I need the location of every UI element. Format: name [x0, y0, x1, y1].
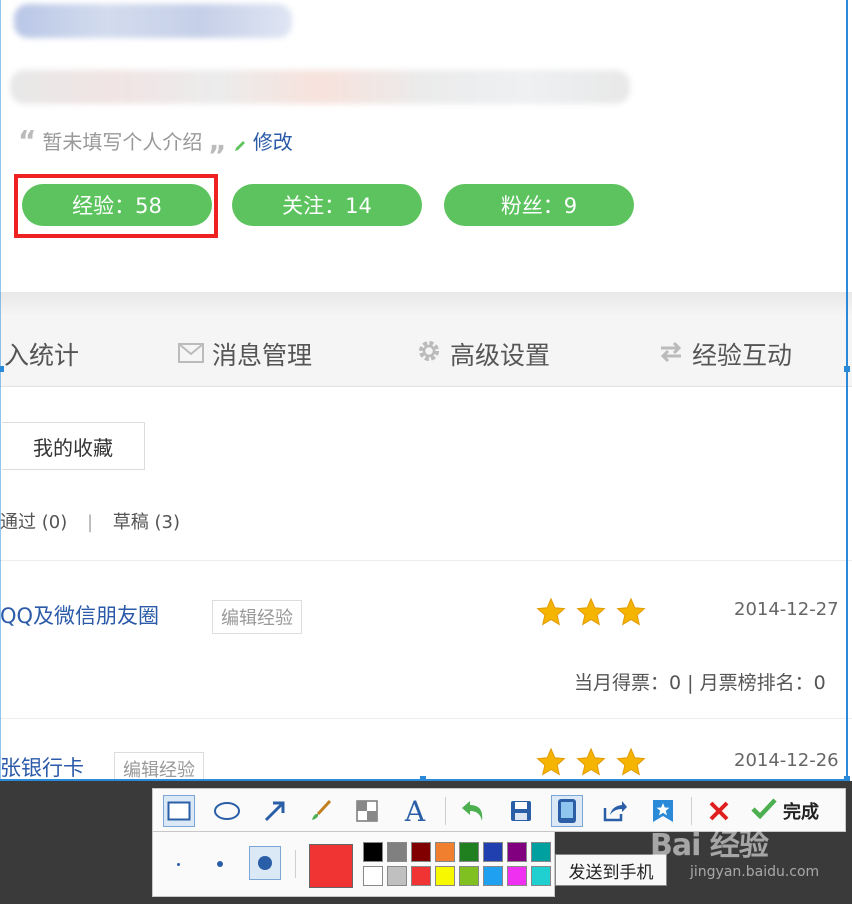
- color-swatch[interactable]: [483, 866, 503, 886]
- toolbar-style-row: [152, 831, 555, 897]
- undo-icon[interactable]: [457, 795, 489, 827]
- color-swatch[interactable]: [435, 842, 455, 862]
- baidu-jingyan-watermark: Bai 经验 jingyan.baidu.com: [650, 820, 850, 890]
- color-swatch[interactable]: [411, 842, 431, 862]
- resize-handle[interactable]: [844, 366, 850, 372]
- nav-item-label: 经验互动: [692, 341, 793, 370]
- selection-border-right[interactable]: [846, 0, 848, 781]
- color-swatch[interactable]: [411, 866, 431, 886]
- filter-drafts[interactable]: 草稿 (3): [113, 512, 180, 533]
- nav-item-messages[interactable]: 消息管理: [178, 336, 312, 372]
- color-swatch[interactable]: [435, 866, 455, 886]
- pencil-icon[interactable]: [233, 134, 247, 151]
- small-size-dot-icon[interactable]: [177, 863, 180, 866]
- share-icon[interactable]: [599, 795, 631, 827]
- bio-close-quote: „: [208, 123, 227, 157]
- toolbar-divider: [295, 850, 296, 878]
- gear-icon: [416, 338, 442, 370]
- color-swatch[interactable]: [387, 842, 407, 862]
- watermark-logo: Bai 经验: [650, 828, 769, 863]
- vote-info: 当月得票：0 | 月票榜排名：0: [574, 672, 826, 694]
- nav-item-advanced-settings[interactable]: 高级设置: [416, 336, 550, 372]
- color-swatch[interactable]: [459, 842, 479, 862]
- color-swatch[interactable]: [387, 866, 407, 886]
- color-swatch[interactable]: [531, 866, 551, 886]
- toolbar-divider: [445, 797, 446, 825]
- rating-stars: [536, 747, 646, 777]
- large-size-option[interactable]: [249, 846, 281, 880]
- medium-size-dot-icon[interactable]: [217, 861, 223, 867]
- star-icon: [536, 747, 566, 776]
- highlight-annotation-box: [14, 174, 218, 238]
- selection-border-left[interactable]: [0, 0, 1, 781]
- nav-item-label: 消息管理: [212, 341, 313, 370]
- edit-bio-link[interactable]: 修改: [253, 126, 293, 155]
- article-date: 2014-12-27: [734, 599, 839, 620]
- color-swatch[interactable]: [483, 842, 503, 862]
- nav-item-stats[interactable]: 入统计: [4, 336, 79, 372]
- color-swatch[interactable]: [363, 842, 383, 862]
- color-swatch[interactable]: [507, 842, 527, 862]
- svg-text:A: A: [404, 797, 426, 825]
- rating-stars: [536, 597, 646, 627]
- blurred-username: [14, 4, 292, 38]
- send-to-phone-icon[interactable]: [551, 795, 583, 827]
- color-swatch[interactable]: [363, 866, 383, 886]
- profile-nav-bar: 入统计 消息管理 高级设置 经验互动: [0, 318, 852, 387]
- divider: [0, 560, 852, 561]
- color-swatch[interactable]: [507, 866, 527, 886]
- star-icon: [536, 597, 566, 626]
- arrow-tool-icon[interactable]: [259, 795, 291, 827]
- article-title-link[interactable]: 张银行卡: [0, 752, 84, 782]
- brush-tool-icon[interactable]: [305, 795, 337, 827]
- article-title-link[interactable]: QQ及微信朋友圈: [0, 600, 159, 630]
- rectangle-tool-icon[interactable]: [163, 795, 195, 827]
- bio-line: “ 暂未填写个人介绍 „ 修改: [18, 126, 293, 155]
- save-icon[interactable]: [505, 795, 537, 827]
- watermark-url: jingyan.baidu.com: [690, 864, 820, 880]
- blurred-user-info: [10, 70, 630, 104]
- tab-my-favorites[interactable]: 我的收藏: [2, 422, 145, 470]
- resize-handle[interactable]: [0, 366, 4, 372]
- current-color-swatch[interactable]: [309, 844, 353, 888]
- article-date: 2014-12-26: [734, 750, 839, 771]
- divider: [0, 718, 852, 719]
- nav-item-label: 高级设置: [450, 341, 551, 370]
- text-tool-icon[interactable]: A: [399, 795, 431, 827]
- mosaic-tool-icon[interactable]: [351, 795, 383, 827]
- filter-passed[interactable]: 通过 (0): [0, 512, 67, 533]
- nav-item-interaction[interactable]: 经验互动: [658, 336, 792, 372]
- star-icon: [576, 747, 606, 776]
- star-icon: [576, 597, 606, 626]
- large-size-dot-icon: [258, 856, 272, 870]
- edit-article-button[interactable]: 编辑经验: [212, 600, 302, 634]
- color-swatch[interactable]: [531, 842, 551, 862]
- star-icon: [616, 597, 646, 626]
- color-swatch[interactable]: [459, 866, 479, 886]
- star-icon: [616, 747, 646, 776]
- mail-icon: [178, 340, 204, 369]
- following-count-button[interactable]: 关注：14: [232, 184, 422, 226]
- followers-count-button[interactable]: 粉丝：9: [444, 184, 634, 226]
- swap-icon: [658, 340, 684, 369]
- ellipse-tool-icon[interactable]: [211, 795, 243, 827]
- section-divider: [0, 292, 852, 318]
- status-filters: 通过 (0) | 草稿 (3): [0, 508, 180, 534]
- nav-item-label: 入统计: [4, 341, 80, 370]
- bio-open-quote: “: [18, 123, 37, 157]
- bio-text: 暂未填写个人介绍: [42, 130, 203, 154]
- filter-separator: |: [86, 512, 94, 533]
